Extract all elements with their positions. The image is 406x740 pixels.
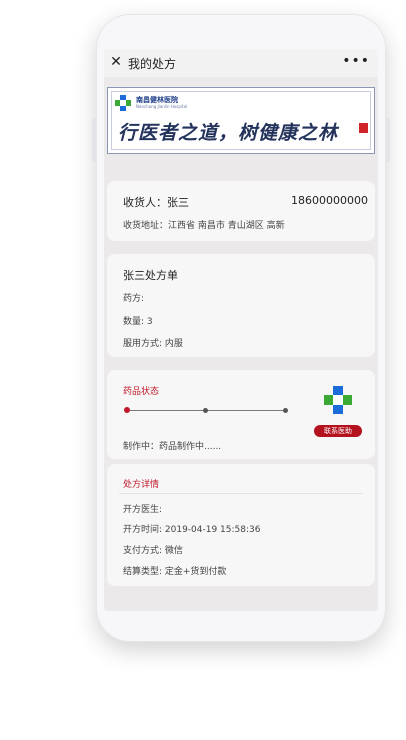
close-icon[interactable]: ✕ <box>109 54 123 70</box>
power-button <box>386 118 390 162</box>
progress-step-3 <box>283 408 288 413</box>
hospital-name-en: Nanchang Jianlin Hospital <box>136 104 188 109</box>
details-card: 处方详情 开方医生: 开方时间: 2019-04-19 15:58:36 支付方… <box>107 464 375 586</box>
medical-cross-icon <box>324 386 352 414</box>
receiver-card: 收货人：张三 18600000000 收货地址：江西省 南昌市 青山湖区 高新 <box>107 181 375 241</box>
prescription-quantity: 数量: 3 <box>123 317 153 327</box>
details-doctor: 开方医生: <box>123 505 163 515</box>
red-seal-icon <box>359 123 368 133</box>
hospital-slogan: 行医者之道，树健康之林 <box>118 122 339 144</box>
more-icon[interactable]: ••• <box>342 53 370 69</box>
progress-step-1 <box>124 407 130 413</box>
prescription-card: 张三处方单 药方: 数量: 3 服用方式: 内服 <box>107 254 375 357</box>
receiver-phone: 18600000000 <box>291 194 368 207</box>
progress-step-2 <box>203 408 208 413</box>
app-screen: ✕ 我的处方 ••• 南昌健林医院 Nanchang Jianlin Hospi… <box>104 49 378 611</box>
receiver-address: 收货地址：江西省 南昌市 青山湖区 高新 <box>123 221 285 231</box>
contact-assistant-button[interactable]: 联系医助 <box>314 425 362 437</box>
receiver-name: 收货人：张三 <box>123 196 189 209</box>
details-time: 开方时间: 2019-04-19 15:58:36 <box>123 525 261 535</box>
top-bar: ✕ 我的处方 ••• <box>104 49 378 77</box>
status-note: 制作中：药品制作中...... <box>123 442 222 452</box>
details-divider <box>119 493 363 494</box>
status-title: 药品状态 <box>123 387 160 397</box>
details-payment: 支付方式: 微信 <box>123 546 183 556</box>
details-settlement: 结算类型: 定金+货到付款 <box>123 567 227 577</box>
details-title: 处方详情 <box>123 480 160 490</box>
prescription-usage: 服用方式: 内服 <box>123 339 183 349</box>
page-title: 我的处方 <box>128 57 177 71</box>
prescription-title: 张三处方单 <box>123 269 178 282</box>
hospital-logo-icon <box>115 95 131 111</box>
status-card: 药品状态 制作中：药品制作中...... 联系医助 <box>107 370 375 459</box>
prescription-drug: 药方: <box>123 294 145 304</box>
volume-button <box>92 118 96 162</box>
hospital-banner: 南昌健林医院 Nanchang Jianlin Hospital 行医者之道，树… <box>107 87 375 154</box>
